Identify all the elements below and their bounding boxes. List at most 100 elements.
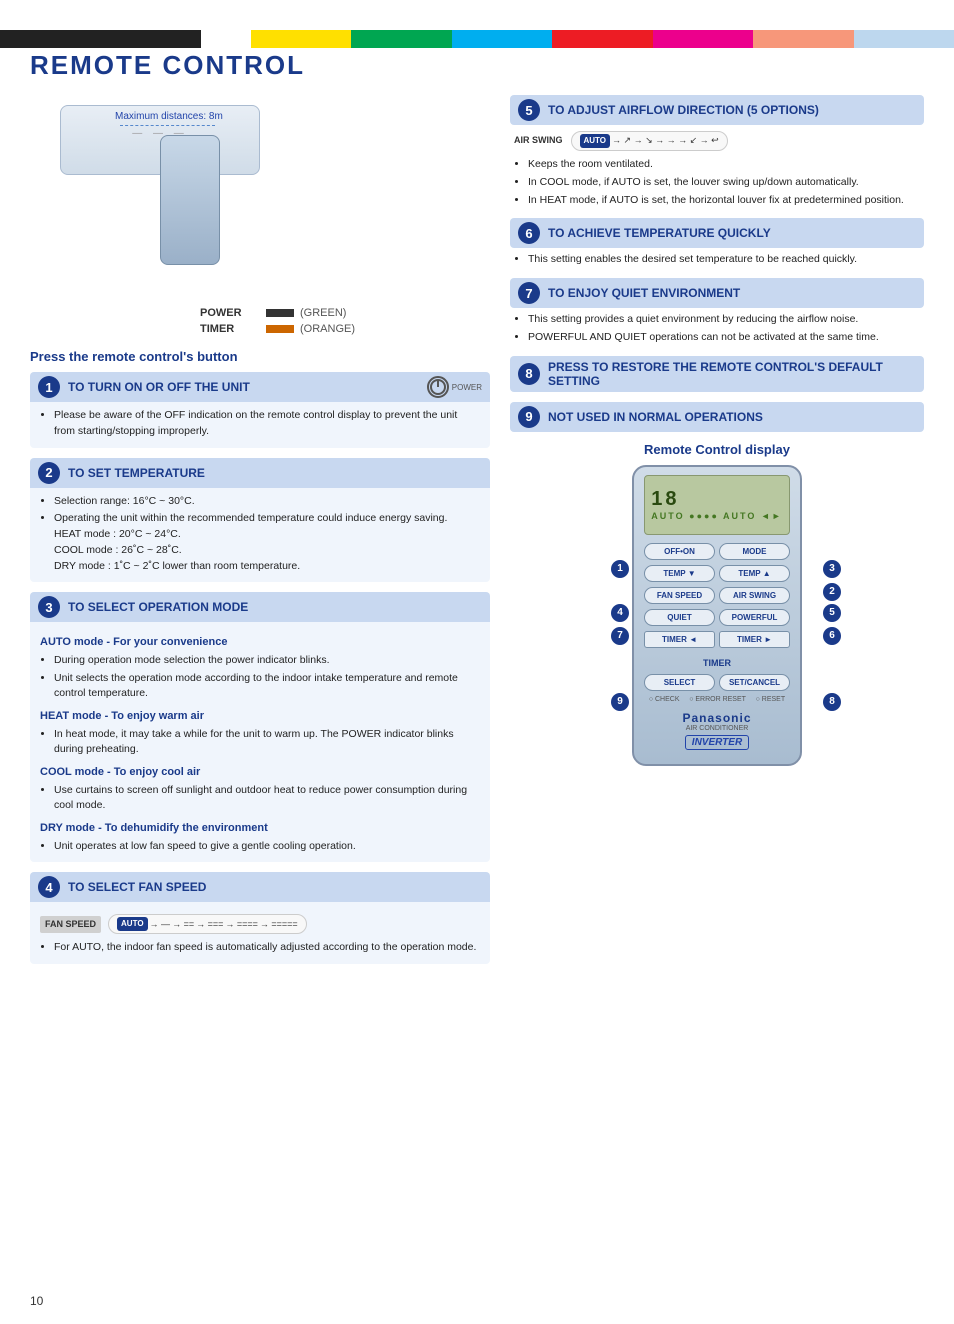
callout-number-2: 2 [823, 583, 841, 601]
callout-number-6: 6 [823, 627, 841, 645]
bar-cyan [452, 30, 552, 48]
powerful-button[interactable]: POWERFUL [719, 609, 790, 626]
section-5-title: TO ADJUST AIRFLOW DIRECTION (5 OPTIONS) [548, 103, 916, 117]
timer-back-button[interactable]: TIMER ◄ [644, 631, 715, 648]
section-3: 3 TO SELECT OPERATION MODE AUTO mode - F… [30, 592, 490, 862]
air-swing-button[interactable]: AIR SWING [719, 587, 790, 604]
btn-row-4[interactable]: QUIET POWERFUL [644, 609, 790, 626]
callout-number-7: 7 [611, 627, 629, 645]
section-5-item-0: Keeps the room ventilated. [528, 157, 920, 173]
bar-green [351, 30, 451, 48]
fan-speed-sequence: AUTO → — → == → === → ==== → ===== [108, 914, 307, 934]
air-swing-diagram: AIR SWING AUTO → ↗ → ↘ → → → ↙ → ↩ [514, 131, 920, 151]
remote-display-title: Remote Control display [510, 442, 924, 457]
ac-unit-illustration: Maximum distances: 8m [30, 95, 370, 295]
btn-row-5[interactable]: TIMER ◄ TIMER ► [644, 631, 790, 648]
section-1-number: 1 [38, 376, 60, 398]
distance-line [120, 125, 215, 126]
auto-mode-item-1: Unit selects the operation mode accordin… [54, 671, 480, 703]
auto-mode-title: AUTO mode - For your convenience [40, 634, 480, 651]
section-5-number: 5 [518, 99, 540, 121]
remote-section-title: Press the remote control's button [30, 349, 490, 364]
bar-black [0, 30, 201, 48]
power-indicator-bar [266, 309, 294, 317]
remote-body: 18 AUTO ●●●● AUTO ◄► OFF•ON MODE TEMP ▼ … [632, 465, 802, 766]
section-9-header: 9 NOT USED IN NORMAL OPERATIONS [510, 402, 924, 432]
callout-number-9: 9 [611, 693, 629, 711]
left-column: Maximum distances: 8m POWER (GREEN) TIME… [30, 95, 490, 974]
timer-fwd-button[interactable]: TIMER ► [719, 631, 790, 648]
page-title: REMOTE CONTROL [30, 50, 924, 81]
indicator-table: POWER (GREEN) TIMER (ORANGE) [200, 307, 490, 335]
section-4-body: FAN SPEED AUTO → — → == → === → ==== → =… [30, 902, 490, 964]
section-3-header: 3 TO SELECT OPERATION MODE [30, 592, 490, 622]
dry-mode-title: DRY mode - To dehumidify the environment [40, 820, 480, 837]
section-7: 7 TO ENJOY QUIET ENVIRONMENT This settin… [510, 278, 924, 346]
btn-row-3[interactable]: FAN SPEED AIR SWING [644, 587, 790, 604]
inverter-label: INVERTER [692, 737, 742, 748]
remote-display-container: 1 4 7 9 3 2 5 [607, 465, 827, 766]
fan-speed-button[interactable]: FAN SPEED [644, 587, 715, 604]
section-6-body: This setting enables the desired set tem… [510, 252, 924, 268]
section-2-item-1: Operating the unit within the recommende… [54, 511, 480, 574]
section-6-item-0: This setting enables the desired set tem… [528, 252, 920, 268]
section-7-item-0: This setting provides a quiet environmen… [528, 312, 920, 328]
mode-button[interactable]: MODE [719, 543, 790, 560]
section-1-title: TO TURN ON OR OFF THE UNIT [68, 380, 419, 394]
error-reset-label: ○ ERROR RESET [689, 696, 746, 703]
power-button-icon [427, 376, 449, 398]
section-1-item-0: Please be aware of the OFF indication on… [54, 408, 480, 440]
setcancel-button[interactable]: SET/CANCEL [719, 674, 790, 691]
brand-inverter: INVERTER [685, 735, 749, 750]
timer-label: TIMER [703, 658, 731, 668]
btn-row-1[interactable]: OFF•ON MODE [644, 543, 790, 560]
section-1-body: Please be aware of the OFF indication on… [30, 402, 490, 448]
timer-label-center: TIMER [644, 653, 790, 671]
temp-down-button[interactable]: TEMP ▼ [644, 565, 715, 582]
temp-up-button[interactable]: TEMP ▲ [719, 565, 790, 582]
quiet-button[interactable]: QUIET [644, 609, 715, 626]
auto-mode-item-0: During operation mode selection the powe… [54, 653, 480, 669]
power-indicator-row: POWER (GREEN) [200, 307, 490, 319]
section-9-number: 9 [518, 406, 540, 428]
section-5-item-1: In COOL mode, if AUTO is set, the louver… [528, 175, 920, 191]
callout-number-1: 1 [611, 560, 629, 578]
power-indicator-color: (GREEN) [300, 307, 346, 319]
callout-number-4: 4 [611, 604, 629, 622]
timer-indicator-bar [266, 325, 294, 333]
brand-area: Panasonic AIR CONDITIONER INVERTER [644, 711, 790, 750]
off-on-button[interactable]: OFF•ON [644, 543, 715, 560]
section-6: 6 TO ACHIEVE TEMPERATURE QUICKLY This se… [510, 218, 924, 268]
screen-temp-display: 18 [651, 488, 782, 511]
section-4-header: 4 TO SELECT FAN SPEED [30, 872, 490, 902]
section-2-title: TO SET TEMPERATURE [68, 466, 482, 480]
btn-row-7[interactable]: SELECT SET/CANCEL [644, 674, 790, 691]
callout-number-8: 8 [823, 693, 841, 711]
bar-red [552, 30, 652, 48]
section-3-title: TO SELECT OPERATION MODE [68, 600, 482, 614]
section-7-header: 7 TO ENJOY QUIET ENVIRONMENT [510, 278, 924, 308]
section-2: 2 TO SET TEMPERATURE Selection range: 16… [30, 458, 490, 583]
brand-name: Panasonic [644, 711, 790, 725]
timer-indicator-row: TIMER (ORANGE) [200, 323, 490, 335]
section-8-number: 8 [518, 363, 540, 385]
check-buttons-row: ○ CHECK ○ ERROR RESET ○ RESET [644, 696, 790, 703]
color-bars [0, 30, 954, 48]
section-9: 9 NOT USED IN NORMAL OPERATIONS [510, 402, 924, 432]
section-6-header: 6 TO ACHIEVE TEMPERATURE QUICKLY [510, 218, 924, 248]
btn-row-2[interactable]: TEMP ▼ TEMP ▲ [644, 565, 790, 582]
power-icon-area: POWER [427, 376, 482, 398]
heat-mode-title: HEAT mode - To enjoy warm air [40, 708, 480, 725]
section-8: 8 PRESS TO RESTORE THE REMOTE CONTROL'S … [510, 356, 924, 392]
section-2-item-0: Selection range: 16°C ~ 30°C. [54, 494, 480, 510]
section-5: 5 TO ADJUST AIRFLOW DIRECTION (5 OPTIONS… [510, 95, 924, 208]
callout-number-3: 3 [823, 560, 841, 578]
bar-magenta [653, 30, 753, 48]
select-button[interactable]: SELECT [644, 674, 715, 691]
section-8-title: PRESS TO RESTORE THE REMOTE CONTROL'S DE… [548, 360, 916, 388]
section-2-header: 2 TO SET TEMPERATURE [30, 458, 490, 488]
section-1: 1 TO TURN ON OR OFF THE UNIT POWER [30, 372, 490, 448]
power-label-small: POWER [452, 383, 482, 392]
section-6-title: TO ACHIEVE TEMPERATURE QUICKLY [548, 226, 916, 240]
timer-indicator-label: TIMER [200, 323, 260, 335]
